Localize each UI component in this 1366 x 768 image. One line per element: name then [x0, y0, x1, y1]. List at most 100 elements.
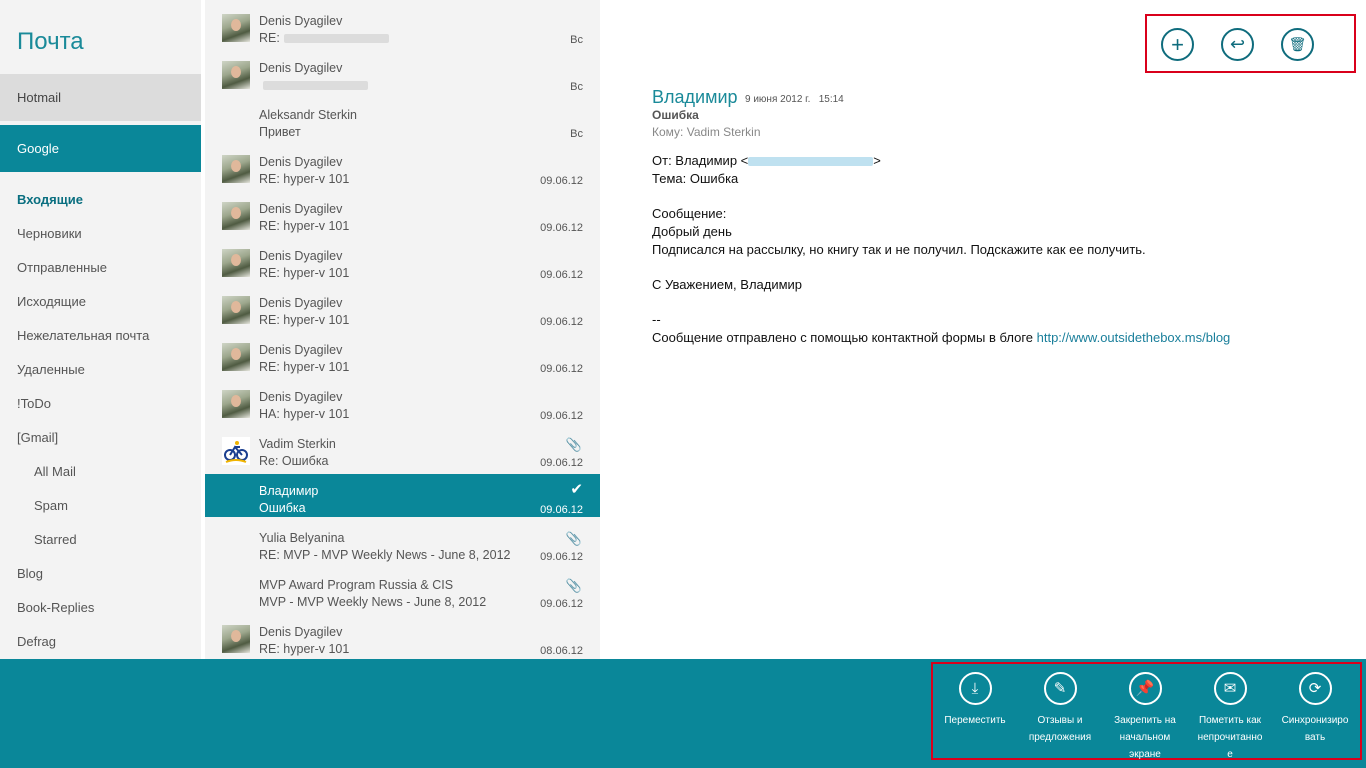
move-icon: ⤓: [958, 672, 992, 705]
message-date: Вс: [570, 34, 583, 46]
message-row[interactable]: Владимир Ошибка ✔ 09.06.12: [205, 474, 600, 517]
avatar: [222, 390, 250, 418]
sidebar: Почта Hotmail Google Входящие Черновики От…: [0, 0, 201, 659]
account-google[interactable]: Google: [0, 125, 201, 172]
message-date: 9 июня 2012 г. 15:14: [745, 94, 844, 105]
feedback-label: Отзывы и предложения: [1028, 715, 1092, 743]
message-subject: RE: hyper-v 101: [259, 219, 350, 233]
message-sender: Denis Dyagilev: [259, 14, 343, 28]
redacted-text: [283, 34, 389, 44]
message-subject: RE: hyper-v 101: [259, 266, 350, 280]
trash-icon: 🗑: [1288, 36, 1307, 52]
message-date: 09.06.12: [540, 363, 583, 375]
message-subject: RE: hyper-v 101: [259, 642, 350, 656]
message-date: 09.06.12: [540, 222, 583, 234]
message-sender: Yulia Belyanina: [259, 531, 345, 545]
avatar: [222, 14, 250, 42]
folder-item[interactable]: Нежелательная почта: [0, 319, 201, 353]
message-row[interactable]: Denis Dyagilev Вс: [205, 51, 600, 94]
body-regards: С Уважением, Владимир: [652, 277, 803, 292]
body-text: Подписался на рассылку, но книгу так и н…: [652, 242, 1146, 257]
message-row[interactable]: Denis Dyagilev RE: hyper-v 101 09.06.12: [205, 239, 600, 282]
blog-link[interactable]: http://www.outsidethebox.ms/blog: [1037, 330, 1231, 345]
message-date-day: 9 июня 2012 г.: [745, 94, 811, 105]
message-row[interactable]: Denis Dyagilev RE: Вс: [205, 4, 600, 47]
message-subject: Привет: [259, 125, 301, 139]
move-button[interactable]: ⤓ Переместить: [935, 672, 1015, 729]
message-row[interactable]: MVP Award Program Russia & CIS MVP - MVP …: [205, 568, 600, 611]
sender-name[interactable]: Владимир: [652, 87, 738, 108]
message-date: 09.06.12: [540, 316, 583, 328]
app-title: Почта: [17, 28, 84, 55]
avatar: [222, 155, 250, 183]
feedback-icon: ✎: [1043, 672, 1077, 705]
reading-pane: Владимир 9 июня 2012 г. 15:14 Ошибка Ком…: [652, 0, 1352, 659]
message-subject: MVP - MVP Weekly News - June 8, 2012: [259, 595, 487, 609]
message-recipients: Кому: Vadim Sterkin: [652, 125, 761, 139]
message-subject: Ошибка: [259, 501, 306, 515]
account-hotmail[interactable]: Hotmail: [0, 74, 201, 121]
mark-unread-label: Пометить как непрочитанно е: [1197, 715, 1263, 760]
message-sender: Denis Dyagilev: [259, 390, 343, 404]
avatar: [222, 343, 250, 371]
message-date-time: 15:14: [818, 94, 844, 105]
new-message-button[interactable]: +: [1161, 28, 1194, 61]
message-sender: Aleksandr Sterkin: [259, 108, 357, 122]
message-row[interactable]: Denis Dyagilev RE: hyper-v 101 09.06.12: [205, 333, 600, 376]
folder-item[interactable]: Blog: [0, 557, 201, 591]
mark-unread-button[interactable]: ✉ Пометить как непрочитанно е: [1190, 672, 1270, 763]
message-sender: Denis Dyagilev: [259, 296, 343, 310]
folder-list: Входящие Черновики Отправленные Исходящие Не…: [0, 183, 201, 659]
message-sender: Denis Dyagilev: [259, 155, 343, 169]
message-date: 09.06.12: [540, 410, 583, 422]
message-subject: RE: MVP - MVP Weekly News - June 8, 2012: [259, 548, 511, 562]
folder-item[interactable]: [Gmail]: [0, 421, 201, 455]
folder-item[interactable]: !ToDo: [0, 387, 201, 421]
message-row[interactable]: Denis Dyagilev RE: hyper-v 101 09.06.12: [205, 145, 600, 188]
folder-item[interactable]: Удаленные: [0, 353, 201, 387]
pin-button[interactable]: 📌 Закрепить на начальном экране: [1105, 672, 1185, 763]
folder-item[interactable]: Book-Replies: [0, 591, 201, 625]
body-msg-label: Сообщение:: [652, 206, 727, 221]
sync-button[interactable]: ⟳ Синхронизиро вать: [1275, 672, 1355, 746]
avatar: [222, 625, 250, 653]
message-row[interactable]: Vadim Sterkin Re: Ошибка 📎 09.06.12: [205, 427, 600, 470]
feedback-button[interactable]: ✎ Отзывы и предложения: [1020, 672, 1100, 746]
message-date: 08.06.12: [540, 645, 583, 657]
message-row[interactable]: Denis Dyagilev HA: hyper-v 101 09.06.12: [205, 380, 600, 423]
message-subject: RE: hyper-v 101: [259, 313, 350, 327]
reply-button[interactable]: ↩: [1221, 28, 1254, 61]
folder-item[interactable]: All Mail: [0, 455, 201, 489]
folder-item[interactable]: Отправленные: [0, 251, 201, 285]
message-date: Вс: [570, 128, 583, 140]
message-sender: Владимир: [259, 484, 319, 498]
pin-icon: 📌: [1128, 672, 1162, 705]
message-row[interactable]: Denis Dyagilev RE: hyper-v 101 08.06.12: [205, 615, 600, 658]
body-signature-separator: --: [652, 312, 661, 327]
message-sender: Denis Dyagilev: [259, 202, 343, 216]
mark-unread-icon: ✉: [1213, 672, 1247, 705]
message-list: Denis Dyagilev RE: Вс Denis Dyagilev Вс Aleks…: [205, 0, 600, 659]
top-command-bar: + ↩ 🗑: [1145, 14, 1356, 73]
message-subject: [259, 78, 368, 92]
folder-item[interactable]: Defrag: [0, 625, 201, 659]
folder-item[interactable]: Starred: [0, 523, 201, 557]
body-from-line: От: Владимир < >: [652, 153, 881, 168]
message-sender: Vadim Sterkin: [259, 437, 336, 451]
message-subject: RE: hyper-v 101: [259, 172, 350, 186]
message-date: 09.06.12: [540, 269, 583, 281]
message-row[interactable]: Denis Dyagilev RE: hyper-v 101 09.06.12: [205, 286, 600, 329]
folder-item[interactable]: Spam: [0, 489, 201, 523]
folder-item[interactable]: Исходящие: [0, 285, 201, 319]
folder-item[interactable]: Черновики: [0, 217, 201, 251]
message-subject: Ошибка: [652, 108, 699, 122]
message-body: От: Владимир < > Тема: Ошибка Сообщение: …: [652, 152, 1230, 347]
avatar: [222, 61, 250, 89]
redacted-email: [748, 157, 874, 167]
folder-item[interactable]: Входящие: [0, 183, 201, 217]
message-row[interactable]: Yulia Belyanina RE: MVP - MVP Weekly News…: [205, 521, 600, 564]
delete-button[interactable]: 🗑: [1281, 28, 1314, 61]
reply-icon: ↩: [1229, 34, 1246, 54]
message-row[interactable]: Aleksandr Sterkin Привет Вс: [205, 98, 600, 141]
message-row[interactable]: Denis Dyagilev RE: hyper-v 101 09.06.12: [205, 192, 600, 235]
